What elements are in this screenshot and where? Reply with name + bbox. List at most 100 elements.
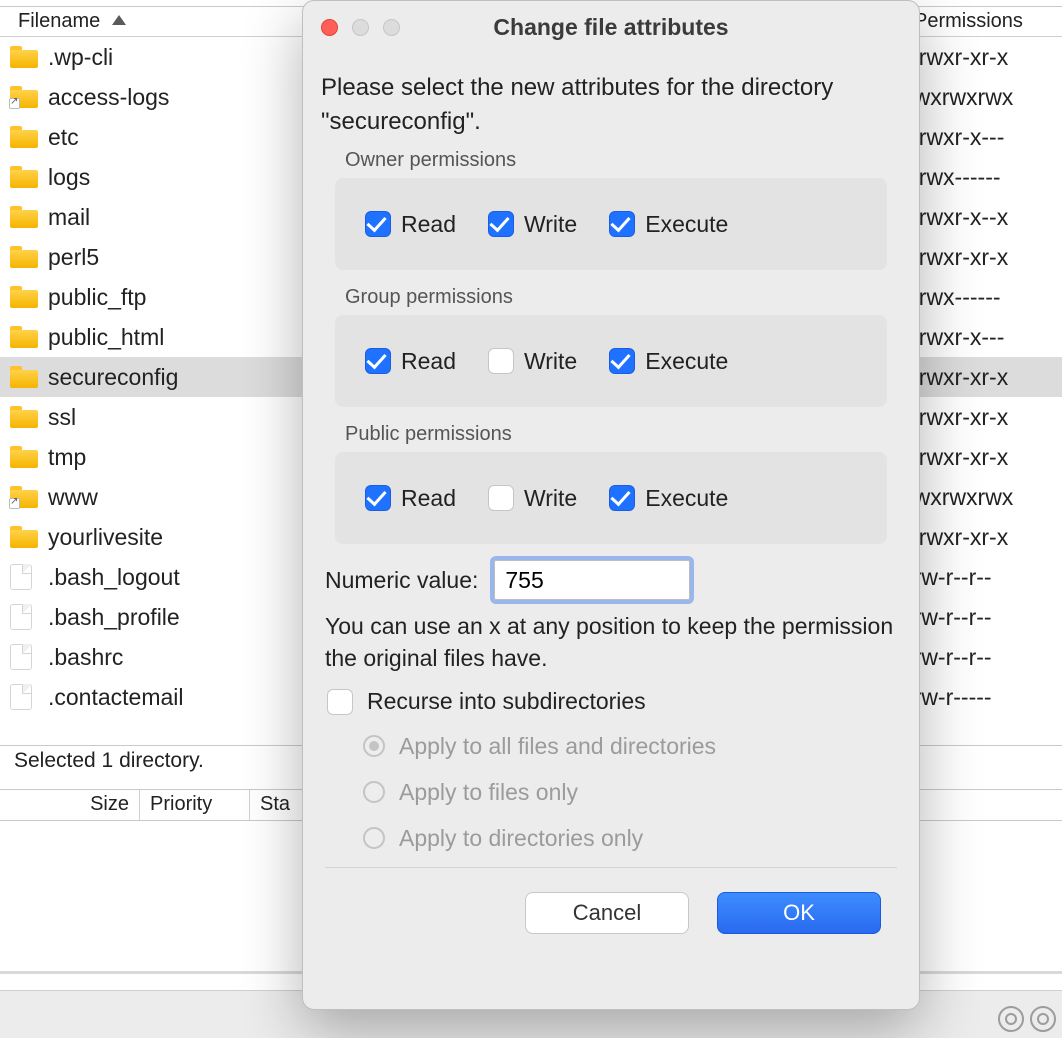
owner-permissions-group: Owner permissions Read Write Execute — [335, 149, 887, 270]
cancel-button[interactable]: Cancel — [525, 892, 689, 934]
file-permissions: -rw-r--r-- — [906, 644, 1062, 671]
folder-icon — [10, 446, 38, 468]
folder-icon — [10, 46, 38, 68]
file-permissions: -rw-r----- — [906, 684, 1062, 711]
file-permissions: drwxr-xr-x — [906, 444, 1062, 471]
checkbox-label: Read — [401, 348, 456, 375]
file-permissions: drwx------ — [906, 164, 1062, 191]
file-permissions: drwxr-xr-x — [906, 44, 1062, 71]
checkbox-icon — [488, 485, 514, 511]
file-permissions: drwxr-xr-x — [906, 524, 1062, 551]
group-read-checkbox[interactable]: Read — [365, 348, 456, 375]
numeric-value-input[interactable] — [494, 560, 690, 600]
column-header-permissions-label: Permissions — [914, 10, 1023, 32]
folder-icon — [10, 246, 38, 268]
file-permissions: drwxr-x--x — [906, 204, 1062, 231]
folder-icon — [10, 286, 38, 308]
radio-apply-all: Apply to all files and directories — [363, 723, 901, 769]
checkbox-label: Execute — [645, 485, 728, 512]
public-execute-checkbox[interactable]: Execute — [609, 485, 728, 512]
radio-icon — [363, 827, 385, 849]
public-read-checkbox[interactable]: Read — [365, 485, 456, 512]
owner-read-checkbox[interactable]: Read — [365, 211, 456, 238]
recurse-checkbox[interactable]: Recurse into subdirectories — [327, 688, 895, 715]
public-permissions-group: Public permissions Read Write Execute — [335, 423, 887, 544]
folder-icon — [10, 166, 38, 188]
folder-icon — [10, 366, 38, 388]
file-permissions: rwxrwxrwx — [906, 84, 1062, 111]
checkbox-icon — [609, 348, 635, 374]
checkbox-icon — [327, 689, 353, 715]
owner-write-checkbox[interactable]: Write — [488, 211, 577, 238]
zoom-window-icon — [383, 19, 400, 36]
checkbox-icon — [488, 211, 514, 237]
column-header-filename-label: Filename — [18, 10, 100, 32]
checkbox-label: Read — [401, 211, 456, 238]
checkbox-icon — [488, 348, 514, 374]
folder-link-icon — [10, 486, 38, 508]
folder-icon — [10, 326, 38, 348]
dialog-prompt: Please select the new attributes for the… — [321, 71, 901, 139]
transfer-col-size[interactable]: Size — [0, 790, 140, 820]
file-permissions: drwxr-xr-x — [906, 244, 1062, 271]
checkbox-icon — [365, 348, 391, 374]
radio-label: Apply to all files and directories — [399, 733, 716, 760]
window-controls — [321, 19, 400, 36]
dialog-titlebar[interactable]: Change file attributes — [303, 1, 919, 53]
checkbox-icon — [609, 211, 635, 237]
file-icon — [10, 684, 32, 710]
checkbox-label: Execute — [645, 348, 728, 375]
radio-icon — [363, 781, 385, 803]
status-text: Selected 1 directory. — [14, 749, 204, 772]
group-write-checkbox[interactable]: Write — [488, 348, 577, 375]
file-permissions: -rw-r--r-- — [906, 604, 1062, 631]
owner-permissions-heading: Owner permissions — [335, 149, 887, 178]
file-icon — [10, 604, 32, 630]
radio-apply-dirs: Apply to directories only — [363, 815, 901, 861]
recurse-label: Recurse into subdirectories — [367, 688, 646, 715]
radio-apply-files: Apply to files only — [363, 769, 901, 815]
owner-execute-checkbox[interactable]: Execute — [609, 211, 728, 238]
checkbox-icon — [609, 485, 635, 511]
group-permissions-heading: Group permissions — [335, 286, 887, 315]
file-permissions: drwxr-x--- — [906, 124, 1062, 151]
file-permissions: -rw-r--r-- — [906, 564, 1062, 591]
folder-link-icon — [10, 86, 38, 108]
file-permissions: rwxrwxrwx — [906, 484, 1062, 511]
checkbox-label: Read — [401, 485, 456, 512]
folder-icon — [10, 206, 38, 228]
public-permissions-heading: Public permissions — [335, 423, 887, 452]
checkbox-icon — [365, 211, 391, 237]
group-execute-checkbox[interactable]: Execute — [609, 348, 728, 375]
minimize-window-icon — [352, 19, 369, 36]
folder-icon — [10, 406, 38, 428]
status-indicator-icon — [998, 1006, 1024, 1032]
close-window-icon[interactable] — [321, 19, 338, 36]
file-permissions: drwxr-xr-x — [906, 404, 1062, 431]
checkbox-label: Write — [524, 211, 577, 238]
status-indicator-icon — [1030, 1006, 1056, 1032]
radio-label: Apply to directories only — [399, 825, 643, 852]
transfer-col-priority[interactable]: Priority — [140, 790, 250, 820]
checkbox-icon — [365, 485, 391, 511]
checkbox-label: Write — [524, 485, 577, 512]
checkbox-label: Write — [524, 348, 577, 375]
file-permissions: drwxr-xr-x — [906, 364, 1062, 391]
file-icon — [10, 644, 32, 670]
change-file-attributes-dialog: Change file attributes Please select the… — [302, 0, 920, 1010]
numeric-hint-text: You can use an x at any position to keep… — [325, 610, 895, 674]
ok-button[interactable]: OK — [717, 892, 881, 934]
column-header-permissions[interactable]: Permissions — [906, 7, 1062, 36]
numeric-value-label: Numeric value: — [325, 567, 478, 594]
folder-icon — [10, 126, 38, 148]
checkbox-label: Execute — [645, 211, 728, 238]
folder-icon — [10, 526, 38, 548]
recurse-mode-radios: Apply to all files and directories Apply… — [363, 723, 901, 861]
radio-label: Apply to files only — [399, 779, 578, 806]
file-permissions: drwx------ — [906, 284, 1062, 311]
file-permissions: drwxr-x--- — [906, 324, 1062, 351]
public-write-checkbox[interactable]: Write — [488, 485, 577, 512]
file-icon — [10, 564, 32, 590]
sort-ascending-icon — [112, 15, 126, 25]
radio-icon — [363, 735, 385, 757]
